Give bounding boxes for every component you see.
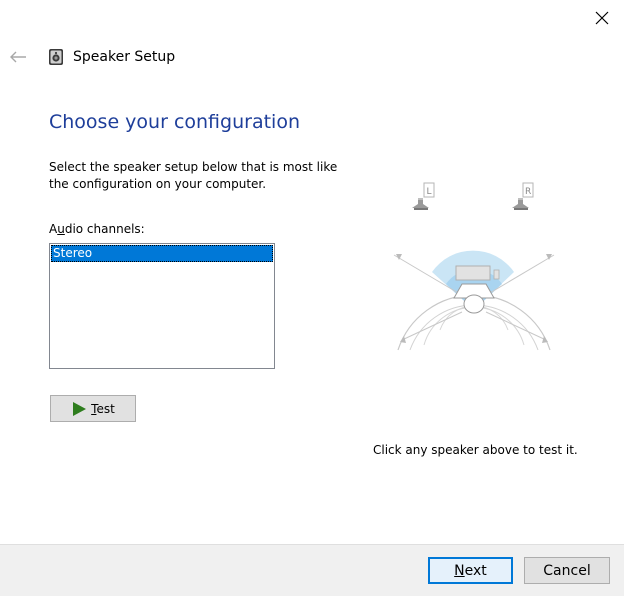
speaker-hint: Click any speaker above to test it. <box>373 443 578 457</box>
left-speaker[interactable] <box>412 198 429 210</box>
cancel-button[interactable]: Cancel <box>524 557 610 584</box>
back-arrow-icon <box>10 51 26 63</box>
test-button[interactable]: Test <box>50 395 136 422</box>
close-icon <box>595 11 609 25</box>
page-heading: Choose your configuration <box>49 111 300 133</box>
test-button-label: Test <box>91 401 115 416</box>
audio-channels-label: Audio channels: <box>49 222 145 236</box>
back-button[interactable] <box>6 46 30 68</box>
speaker-app-icon <box>49 49 63 65</box>
audio-channels-list[interactable]: Stereo <box>49 243 275 369</box>
right-speaker-label: R <box>525 187 531 197</box>
right-speaker[interactable] <box>512 198 529 210</box>
channels-label-post: dio channels: <box>64 222 145 236</box>
window-title: Speaker Setup <box>73 49 176 65</box>
monitor-shape <box>455 265 491 281</box>
close-button[interactable] <box>586 4 618 32</box>
play-icon <box>73 401 87 416</box>
next-button-label: Next <box>454 562 487 579</box>
footer-bar: Next Cancel <box>0 544 624 596</box>
channels-label-accesskey: u <box>57 222 65 236</box>
list-item-stereo[interactable]: Stereo <box>51 245 273 262</box>
channels-label-pre: A <box>49 222 58 236</box>
left-speaker-label: L <box>427 187 432 197</box>
speaker-diagram: L R <box>393 182 555 351</box>
instruction-text: Select the speaker setup below that is m… <box>49 160 338 191</box>
next-button[interactable]: Next <box>428 557 513 584</box>
